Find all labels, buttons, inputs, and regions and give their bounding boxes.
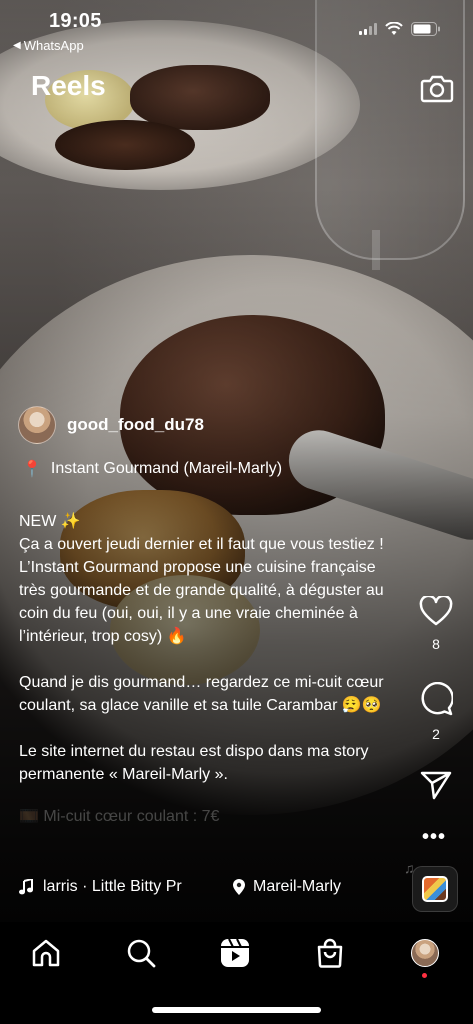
page-title: Reels (31, 70, 106, 101)
comment-button[interactable]: 2 (416, 682, 456, 742)
paper-plane-icon (420, 771, 452, 800)
caption-paragraph-3: Le site internet du restau est dispo dan… (19, 743, 369, 783)
avatar[interactable] (18, 406, 56, 444)
music-note-icon (19, 879, 33, 895)
pin-emoji: 📍 (22, 461, 42, 478)
tab-shop[interactable] (313, 936, 347, 970)
audio-track-label[interactable]: larris · Little Bitty Pr (43, 878, 211, 896)
tab-home[interactable] (29, 936, 63, 970)
like-button[interactable]: 8 (416, 596, 456, 652)
tab-reels[interactable] (218, 936, 252, 970)
heart-icon (419, 596, 453, 626)
like-count: 8 (432, 636, 440, 652)
notification-dot (422, 973, 427, 978)
back-triangle-icon: ◀ (13, 40, 21, 51)
home-indicator[interactable] (152, 1007, 321, 1013)
audio-thumbnail[interactable] (412, 866, 458, 912)
home-icon (32, 939, 60, 967)
shopping-bag-icon (317, 938, 343, 968)
camera-icon[interactable] (420, 72, 454, 104)
post-location: 📍 Instant Gourmand (Mareil-Marly) (22, 459, 282, 479)
location-pin-icon (233, 879, 245, 895)
place-label[interactable]: Mareil-Marly (253, 878, 341, 896)
reels-icon (221, 938, 249, 967)
post-caption[interactable]: NEW ✨ Ça a ouvert jeudi dernier et il fa… (19, 510, 404, 825)
battery-icon (411, 22, 440, 36)
more-options-button[interactable]: ••• (422, 826, 446, 849)
cellular-signal-icon (359, 23, 377, 35)
post-author[interactable]: good_food_du78 (18, 406, 204, 444)
audio-cover-image (422, 876, 448, 902)
tab-profile[interactable] (408, 936, 442, 970)
status-icons (359, 22, 441, 36)
search-icon (127, 939, 156, 968)
back-to-app-button[interactable]: ◀ WhatsApp (13, 38, 84, 53)
audio-and-place-row[interactable]: larris · Little Bitty Pr Mareil-Marly (19, 878, 341, 896)
username[interactable]: good_food_du78 (67, 415, 204, 435)
comment-bubble-icon (421, 682, 453, 716)
profile-avatar (411, 939, 439, 967)
wifi-icon (385, 22, 403, 35)
caption-paragraph-2: Quand je dis gourmand… regardez ce mi-cu… (19, 674, 384, 714)
location-text: Instant Gourmand (Mareil-Marly) (50, 460, 283, 477)
caption-paragraph-1: Ça a ouvert jeudi dernier et il faut que… (19, 536, 384, 645)
comment-count: 2 (432, 726, 440, 742)
tab-search[interactable] (124, 936, 158, 970)
share-button[interactable] (416, 770, 456, 800)
caption-truncated-line: 🎞️ Mi-cuit cœur coulant : 7€ (19, 809, 220, 825)
caption-line-new: NEW ✨ (19, 513, 81, 530)
status-time: 19:05 (49, 10, 102, 32)
back-app-label: WhatsApp (23, 38, 84, 53)
